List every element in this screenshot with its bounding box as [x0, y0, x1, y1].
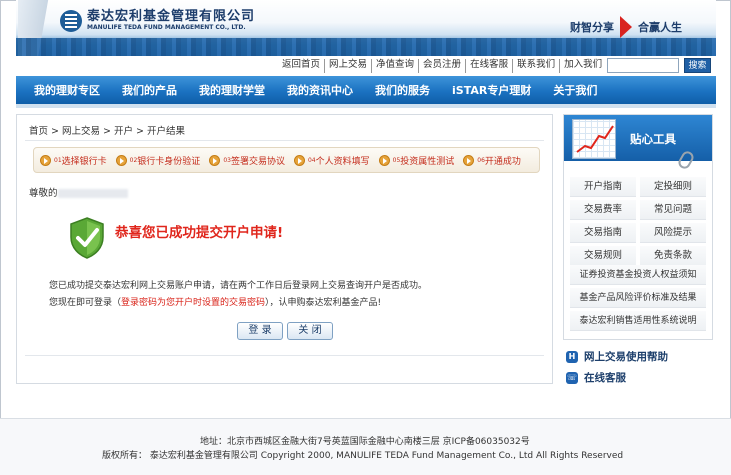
nav-my-finance[interactable]: 我的理财专区	[34, 82, 100, 98]
nav-istar[interactable]: iSTAR专户理财	[452, 82, 531, 98]
step-4: 04 个人资料填写	[293, 154, 370, 167]
tool-fee-rates[interactable]: 交易费率	[570, 200, 636, 220]
footer	[0, 419, 731, 475]
play-icon	[115, 154, 127, 166]
progress-steps: 01 选择银行卡 02 银行卡身份验证 03 签署交易协议 04 个人资料填写 05 投资…	[33, 147, 540, 173]
tool-disclaimer[interactable]: 免责条款	[640, 246, 706, 266]
logo-chinese-name: 泰达宏利基金管理有限公司	[87, 9, 256, 24]
tool-trade-guide[interactable]: 交易指南	[570, 223, 636, 243]
divider	[25, 140, 544, 141]
link-register[interactable]: 会员注册	[419, 59, 467, 73]
message-line-1: 您已成功提交泰达宏利网上交易账户申请，请在两个工作日后登录网上交易查询开户是否成…	[49, 281, 428, 291]
password-hint: 登录密码为您开户时设置的交易密码	[121, 298, 266, 308]
play-icon	[209, 154, 221, 166]
tools-sidebar: 贴心工具 开户指南 定投细则 交易费率 常见问题 交易指南 风险提示 交易规则 …	[563, 114, 713, 340]
tool-fixed-investment-rules[interactable]: 定投细则	[640, 177, 706, 197]
breadcrumb: 首页 > 网上交易 > 开户 > 开户结果	[29, 126, 185, 137]
main-panel: 首页 > 网上交易 > 开户 > 开户结果 01 选择银行卡 02 银行卡身份验证 …	[16, 114, 553, 384]
nav-school[interactable]: 我的理财学堂	[199, 82, 265, 98]
tool-suitability-system[interactable]: 泰达宏利销售适用性系统说明	[570, 311, 706, 331]
link-contact[interactable]: 联系我们	[513, 59, 561, 73]
tool-risk-rating[interactable]: 基金产品风险评价标准及结果	[570, 288, 706, 308]
online-trade-help-link[interactable]: H 网上交易使用帮助	[566, 349, 668, 364]
greeting: 尊敬的	[29, 185, 128, 199]
link-online-trade[interactable]: 网上交易	[325, 59, 373, 73]
nav-underline	[16, 104, 716, 108]
tools-grid: 开户指南 定投细则 交易费率 常见问题 交易指南 风险提示 交易规则 免责条款	[570, 177, 706, 266]
help-links: H 网上交易使用帮助 ☏ 在线客服	[566, 349, 668, 385]
close-button[interactable]: 关 闭	[287, 322, 333, 340]
blurred-username	[57, 189, 128, 198]
step-6: 06 开通成功	[463, 154, 521, 167]
success-title: 恭喜您已成功提交开户申请!	[115, 225, 284, 241]
nav-news[interactable]: 我的资讯中心	[287, 82, 353, 98]
nav-services[interactable]: 我们的服务	[375, 82, 430, 98]
footer-copyright: 版权所有： 泰达宏利基金管理有限公司 Copyright 2000, MANUL…	[102, 451, 624, 461]
footer-address: 地址：北京市西城区金融大街7号英蓝国际金融中心南楼三层 京ICP备0603503…	[200, 437, 530, 447]
search-input[interactable]	[607, 58, 679, 73]
slogan-left: 财智分享	[570, 21, 614, 34]
top-links: 返回首页 网上交易 净值查询 会员注册 在线客服 联系我们 加入我们	[278, 59, 606, 73]
step-3: 03 签署交易协议	[209, 154, 285, 167]
divider	[25, 355, 544, 356]
play-icon	[378, 154, 390, 166]
logo-icon	[60, 10, 82, 32]
sidebar-title: 贴心工具	[630, 132, 676, 146]
main-nav: 我的理财专区 我们的产品 我的理财学堂 我的资讯中心 我们的服务 iSTAR专户…	[16, 76, 716, 104]
company-logo[interactable]: 泰达宏利基金管理有限公司 MANULIFE TEDA FUND MANAGEME…	[60, 10, 255, 32]
login-button[interactable]: 登 录	[237, 322, 283, 340]
tool-investor-rights[interactable]: 证券投资基金投资人权益须知	[570, 265, 706, 285]
header-banner: 泰达宏利基金管理有限公司 MANULIFE TEDA FUND MANAGEME…	[16, 0, 716, 56]
nav-about[interactable]: 关于我们	[553, 82, 597, 98]
service-icon: ☏	[566, 371, 578, 384]
tools-wide-list: 证券投资基金投资人权益须知 基金产品风险评价标准及结果 泰达宏利销售适用性系统说…	[570, 265, 706, 331]
nav-products[interactable]: 我们的产品	[122, 82, 177, 98]
chart-icon	[572, 119, 616, 159]
online-service-link[interactable]: ☏ 在线客服	[566, 370, 668, 385]
help-icon: H	[566, 350, 578, 363]
tool-risk-notice[interactable]: 风险提示	[640, 223, 706, 243]
step-2: 02 银行卡身份验证	[115, 154, 200, 167]
slogan-right: 合赢人生	[638, 21, 682, 34]
link-nav-query[interactable]: 净值查询	[372, 59, 420, 73]
link-online-service[interactable]: 在线客服	[466, 59, 514, 73]
play-icon	[40, 154, 51, 166]
step-1: 01 选择银行卡	[40, 154, 107, 167]
checkmark-shield-icon	[70, 217, 104, 259]
logo-english-name: MANULIFE TEDA FUND MANAGEMENT CO., LTD.	[87, 24, 246, 31]
play-icon	[293, 154, 305, 166]
message-line-2: 您现在即可登录（登录密码为您开户时设置的交易密码），认申购泰达宏利基金产品!	[49, 298, 382, 308]
link-home[interactable]: 返回首页	[278, 59, 326, 73]
tool-trade-rules[interactable]: 交易规则	[570, 246, 636, 266]
sea-image	[16, 38, 716, 56]
link-join[interactable]: 加入我们	[560, 59, 606, 73]
step-5: 05 投资属性测试	[378, 154, 454, 167]
search-button[interactable]: 搜索	[684, 58, 711, 73]
play-icon	[463, 154, 475, 166]
red-arrow-icon	[620, 16, 632, 38]
tool-faq[interactable]: 常见问题	[640, 200, 706, 220]
slogan: 财智分享 合赢人生	[570, 16, 682, 38]
tool-open-account-guide[interactable]: 开户指南	[570, 177, 636, 197]
